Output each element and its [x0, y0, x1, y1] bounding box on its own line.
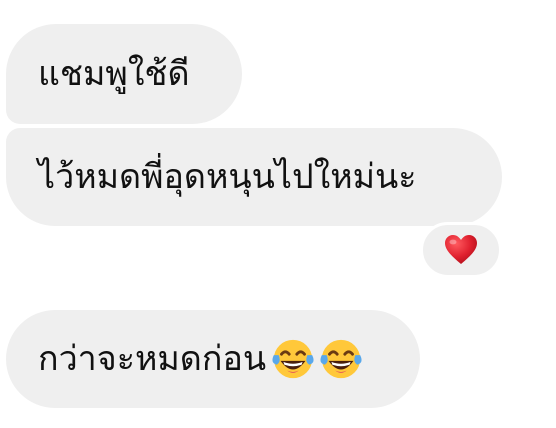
message-bubble-1[interactable]: แชมพูใช้ดี — [6, 24, 242, 124]
message-text: ไว้หมดพี่อุดหนุนไปใหม่นะ — [38, 157, 417, 197]
message-text: กว่าจะหมดก่อน — [38, 339, 267, 379]
red-heart-icon — [445, 235, 477, 264]
message-bubble-2[interactable]: ไว้หมดพี่อุดหนุนไปใหม่นะ — [6, 128, 502, 226]
message-text: แชมพูใช้ดี — [38, 54, 190, 94]
reaction-badge[interactable] — [420, 222, 502, 278]
face-with-tears-of-joy-icon — [272, 339, 314, 379]
message-bubble-3[interactable]: กว่าจะหมดก่อน — [6, 310, 420, 408]
face-with-tears-of-joy-icon — [320, 339, 362, 379]
